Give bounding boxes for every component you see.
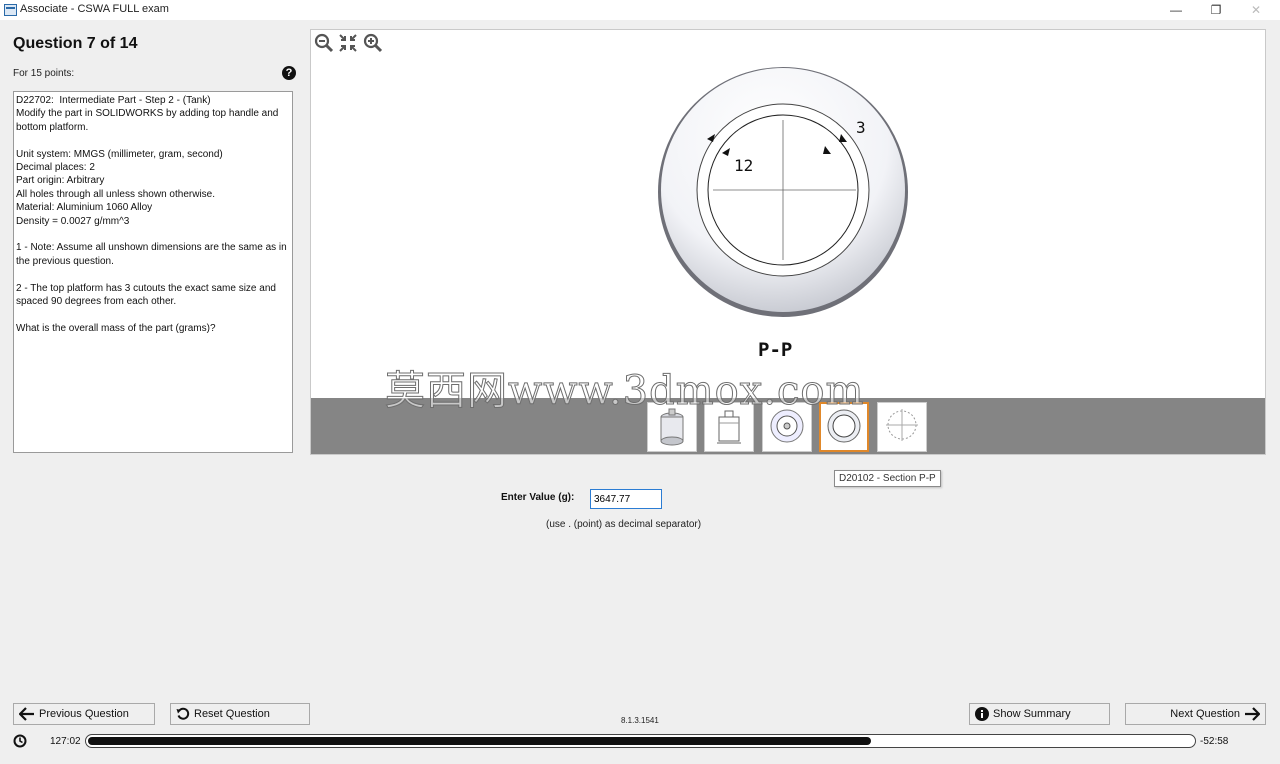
help-icon[interactable]: ? [282,66,296,80]
points-label: For 15 points: [13,68,75,79]
next-question-label: Next Question [1170,708,1240,720]
show-summary-label: Show Summary [993,708,1071,720]
time-progress-fill [88,737,872,745]
previous-question-label: Previous Question [39,708,129,720]
app-icon [4,4,17,16]
version-label: 8.1.3.1541 [621,716,659,725]
question-text[interactable]: D22702: Intermediate Part - Step 2 - (Ta… [13,91,293,453]
watermark-text: 莫西网www.3dmox.com [384,368,865,415]
show-summary-button[interactable]: Show Summary [969,703,1110,725]
restore-button[interactable]: ❐ [1206,2,1226,18]
time-progress-bar [85,734,1196,748]
decimal-hint: (use . (point) as decimal separator) [546,519,702,530]
thumbnail-5[interactable] [877,402,927,452]
thumbnail-tooltip: D20102 - Section P-P [834,470,941,487]
title-bar: Associate - CSWA FULL exam — ❐ ✕ [0,0,1280,20]
arrow-right-icon [1245,707,1260,721]
dimension-outer: 3 [856,118,866,137]
arrow-left-icon [19,707,34,721]
minimize-button[interactable]: — [1166,2,1186,18]
previous-question-button[interactable]: Previous Question [13,703,155,725]
window-title: Associate - CSWA FULL exam [20,3,169,15]
dimension-inner: 12 [734,156,753,175]
reset-question-label: Reset Question [194,708,270,720]
info-icon [975,707,989,721]
clock-icon [13,734,27,748]
close-button[interactable]: ✕ [1246,2,1266,18]
reset-question-button[interactable]: Reset Question [170,703,310,725]
enter-value-label: Enter Value (g): [501,492,575,503]
section-drawing: 3 12 P-P [658,67,908,361]
question-title: Question 7 of 14 [13,35,138,52]
answer-input[interactable] [590,489,662,509]
remaining-time: -52:58 [1200,736,1229,747]
next-question-button[interactable]: Next Question [1125,703,1266,725]
reset-icon [176,707,190,720]
elapsed-time: 127:02 [50,736,81,747]
